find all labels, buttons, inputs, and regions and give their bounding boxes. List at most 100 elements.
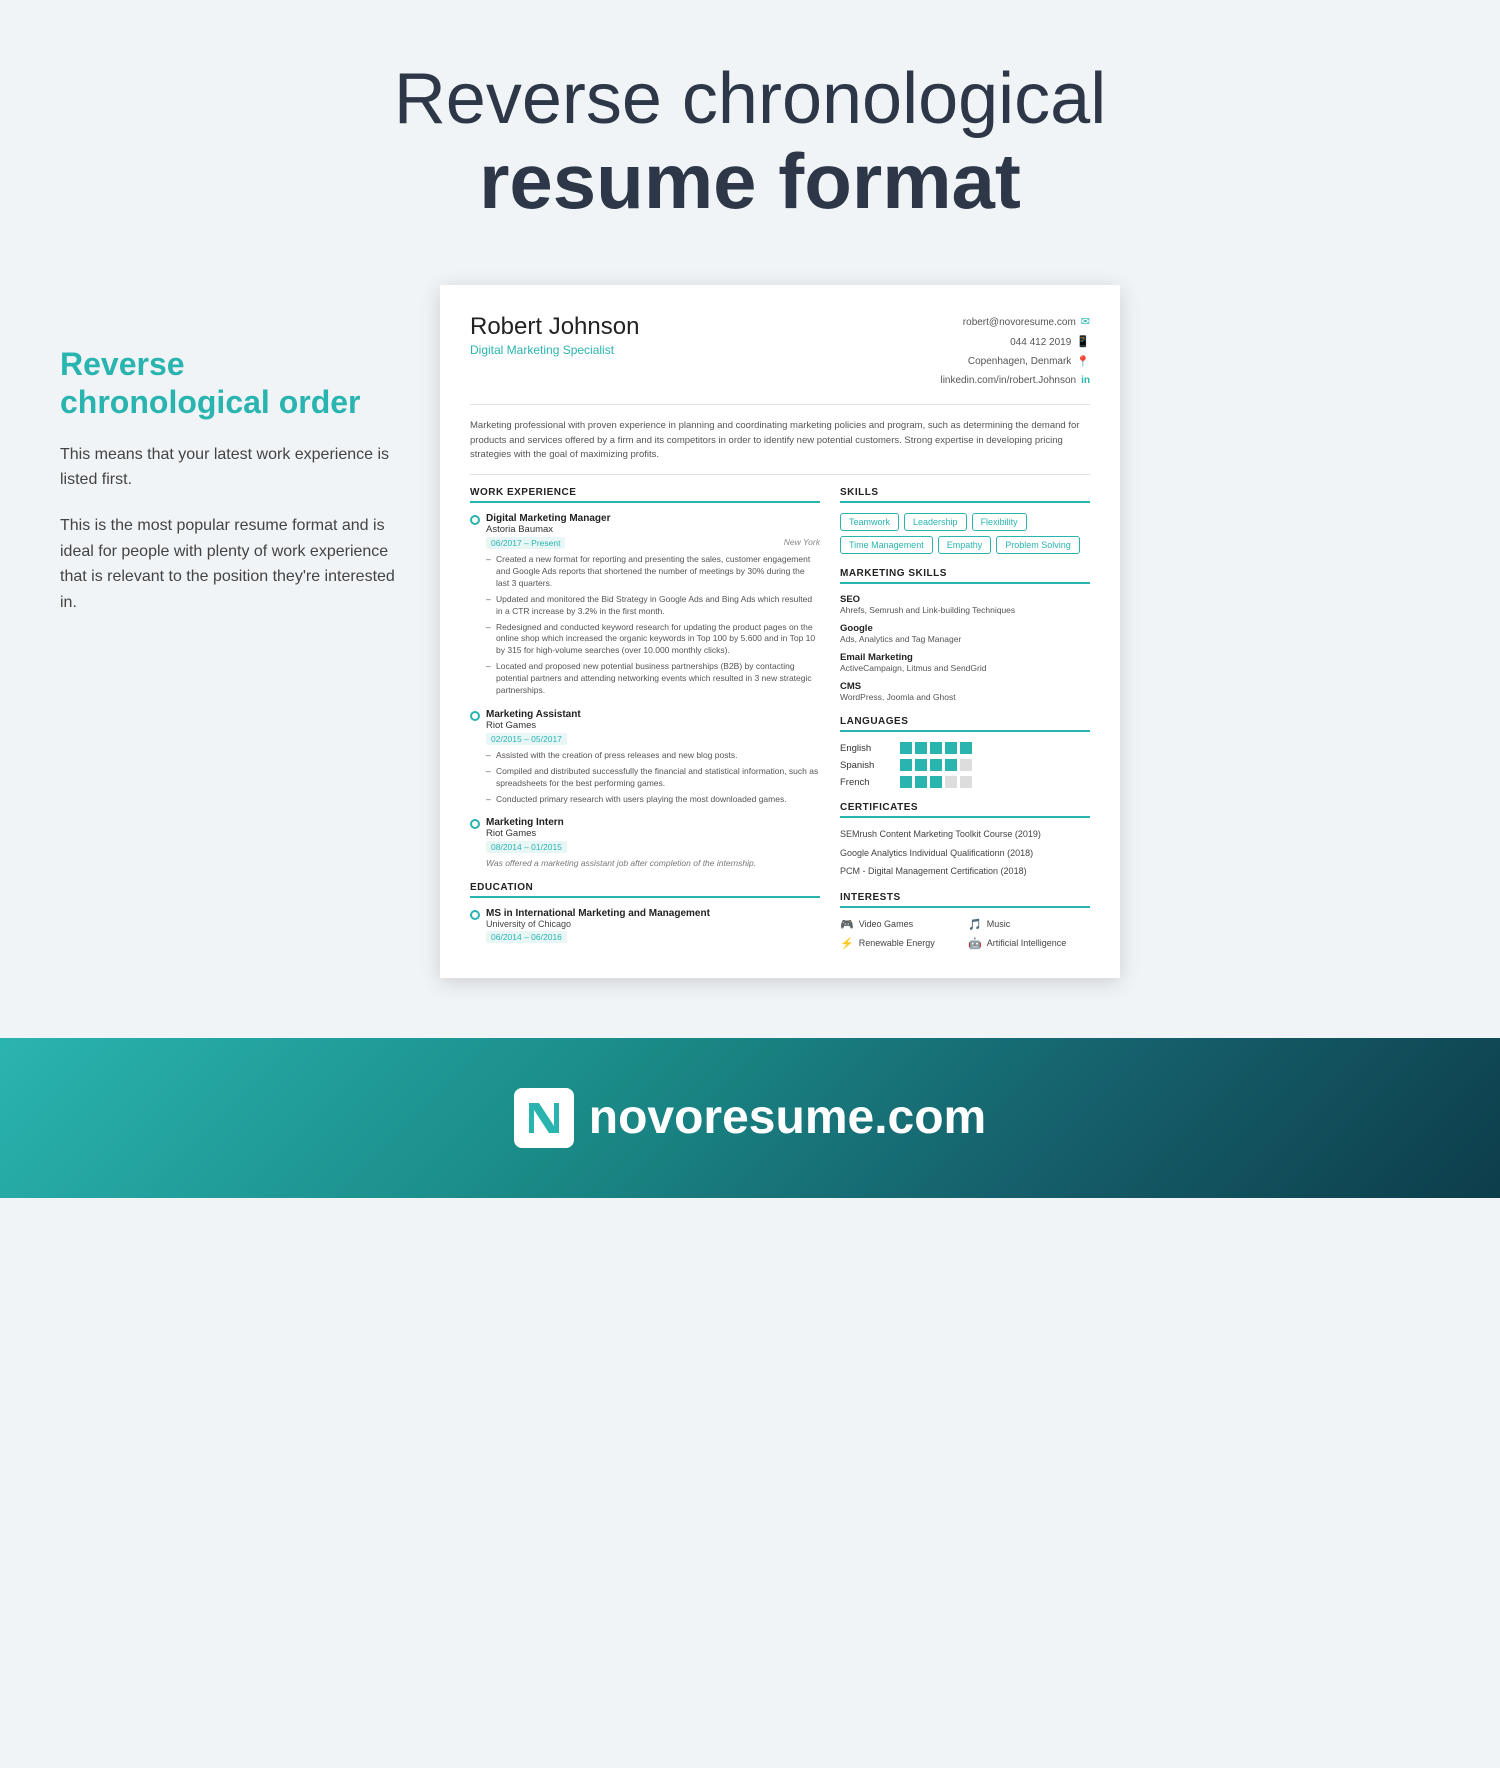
mktg-skill-name-google: Google xyxy=(840,623,1090,634)
job-meta-3: 08/2014 – 01/2015 xyxy=(486,841,820,853)
phone-icon: 📱 xyxy=(1076,333,1090,353)
lang-bar xyxy=(930,776,942,788)
cert-entry-2: Google Analytics Individual Qualificatio… xyxy=(840,847,1090,860)
job-company-1: Astoria Baumax xyxy=(486,524,820,535)
linkedin-icon: in xyxy=(1081,372,1090,390)
lang-bar-empty xyxy=(960,759,972,771)
page-header: Reverse chronological resume format xyxy=(0,0,1500,265)
cert-entry-3: PCM - Digital Management Certification (… xyxy=(840,865,1090,878)
job-dot-2 xyxy=(470,711,480,721)
lang-name-french: French xyxy=(840,777,890,788)
footer-domain: novoresume.com xyxy=(589,1090,986,1145)
lang-bar xyxy=(915,742,927,754)
job-meta-2: 02/2015 – 05/2017 xyxy=(486,733,820,745)
contact-location-text: Copenhagen, Denmark xyxy=(968,353,1071,371)
lang-bars-english xyxy=(900,742,972,754)
left-column: Reverse chronological order This means t… xyxy=(60,285,400,635)
mktg-skill-desc-cms: WordPress, Joomla and Ghost xyxy=(840,692,1090,702)
interest-label-renewable-energy: Renewable Energy xyxy=(859,938,935,948)
header-line1: Reverse chronological xyxy=(20,60,1480,139)
novoresume-n-logo xyxy=(524,1098,564,1138)
job-bullets-1: Created a new format for reporting and p… xyxy=(486,554,820,697)
languages-title: LANGUAGES xyxy=(840,716,1090,732)
job-bullet: Redesigned and conducted keyword researc… xyxy=(486,622,820,658)
mktg-skill-desc-google: Ads, Analytics and Tag Manager xyxy=(840,634,1090,644)
resume-card: Robert Johnson Digital Marketing Special… xyxy=(440,285,1120,978)
job-title-2: Marketing Assistant xyxy=(486,709,820,720)
lang-english: English xyxy=(840,742,1090,754)
education-title: EDUCATION xyxy=(470,882,820,898)
job-entry-2: Marketing Assistant Riot Games 02/2015 –… xyxy=(470,709,820,806)
location-icon: 📍 xyxy=(1076,353,1090,373)
mktg-skill-name-seo: SEO xyxy=(840,594,1090,605)
edu-degree-1: MS in International Marketing and Manage… xyxy=(486,908,820,919)
job-title-3: Marketing Intern xyxy=(486,817,820,828)
interest-ai: 🤖 Artificial Intelligence xyxy=(968,937,1090,950)
mktg-skill-name-cms: CMS xyxy=(840,681,1090,692)
job-bullet: Compiled and distributed successfully th… xyxy=(486,766,820,790)
lang-bar-empty xyxy=(945,776,957,788)
mktg-skill-google: Google Ads, Analytics and Tag Manager xyxy=(840,623,1090,644)
lang-bar-empty xyxy=(960,776,972,788)
skill-tag-empathy: Empathy xyxy=(938,536,992,554)
resume-name: Robert Johnson xyxy=(470,313,639,341)
resume-contact: robert@novoresume.com ✉ 044 412 2019 📱 C… xyxy=(940,313,1090,390)
footer-logo: novoresume.com xyxy=(514,1088,986,1148)
skill-tag-leadership: Leadership xyxy=(904,513,967,531)
mktg-skill-email: Email Marketing ActiveCampaign, Litmus a… xyxy=(840,652,1090,673)
job-company-2: Riot Games xyxy=(486,720,820,731)
skill-tag-flexibility: Flexibility xyxy=(972,513,1027,531)
resume-header: Robert Johnson Digital Marketing Special… xyxy=(470,313,1090,405)
mktg-skill-desc-email: ActiveCampaign, Litmus and SendGrid xyxy=(840,663,1090,673)
job-dot-1 xyxy=(470,515,480,525)
work-experience-title: WORK EXPERIENCE xyxy=(470,487,820,503)
contact-email-text: robert@novoresume.com xyxy=(963,314,1076,332)
contact-phone: 044 412 2019 📱 xyxy=(940,333,1090,353)
bracket-container: Reverse chronological order This means t… xyxy=(60,345,400,615)
job-title-1: Digital Marketing Manager xyxy=(486,513,820,524)
edu-dot-1 xyxy=(470,910,480,920)
resume-job-title: Digital Marketing Specialist xyxy=(470,343,639,357)
contact-linkedin-text: linkedin.com/in/robert.Johnson xyxy=(940,372,1076,390)
mktg-skill-cms: CMS WordPress, Joomla and Ghost xyxy=(840,681,1090,702)
interests-grid: 🎮 Video Games 🎵 Music ⚡ Renewable Energy… xyxy=(840,918,1090,950)
lang-bar xyxy=(930,759,942,771)
interest-video-games: 🎮 Video Games xyxy=(840,918,962,931)
ai-icon: 🤖 xyxy=(968,937,982,950)
skills-tags: Teamwork Leadership Flexibility Time Man… xyxy=(840,513,1090,554)
lang-bars-french xyxy=(900,776,972,788)
job-dates-3: 08/2014 – 01/2015 xyxy=(486,841,567,853)
main-content: Reverse chronological order This means t… xyxy=(0,265,1500,1018)
lang-bars-spanish xyxy=(900,759,972,771)
job-company-3: Riot Games xyxy=(486,828,820,839)
mktg-skill-seo: SEO Ahrefs, Semrush and Link-building Te… xyxy=(840,594,1090,615)
contact-phone-text: 044 412 2019 xyxy=(1010,334,1071,352)
footer-logo-icon xyxy=(514,1088,574,1148)
job-entry-3: Marketing Intern Riot Games 08/2014 – 01… xyxy=(470,817,820,868)
edu-entry-1: MS in International Marketing and Manage… xyxy=(470,908,820,943)
interest-music: 🎵 Music xyxy=(968,918,1090,931)
cert-entry-1: SEMrush Content Marketing Toolkit Course… xyxy=(840,828,1090,841)
left-title: Reverse chronological order xyxy=(60,345,400,422)
contact-location: Copenhagen, Denmark 📍 xyxy=(940,353,1090,373)
job-bullet: Located and proposed new potential busin… xyxy=(486,661,820,697)
skill-tag-time-management: Time Management xyxy=(840,536,933,554)
certificates-title: CERTIFICATES xyxy=(840,802,1090,818)
marketing-skills-title: MARKETING SKILLS xyxy=(840,568,1090,584)
interest-label-video-games: Video Games xyxy=(859,919,913,929)
interests-title: INTERESTS xyxy=(840,892,1090,908)
interest-label-music: Music xyxy=(987,919,1011,929)
lang-bar xyxy=(915,759,927,771)
lang-name-spanish: Spanish xyxy=(840,760,890,771)
lang-french: French xyxy=(840,776,1090,788)
resume-summary: Marketing professional with proven exper… xyxy=(470,419,1090,475)
skills-title: SKILLS xyxy=(840,487,1090,503)
lang-bar xyxy=(960,742,972,754)
job-entry-1: Digital Marketing Manager Astoria Baumax… xyxy=(470,513,820,697)
interest-renewable-energy: ⚡ Renewable Energy xyxy=(840,937,962,950)
job-bullet: Assisted with the creation of press rele… xyxy=(486,750,820,762)
resume-right-col: SKILLS Teamwork Leadership Flexibility T… xyxy=(840,487,1090,950)
resume-name-block: Robert Johnson Digital Marketing Special… xyxy=(470,313,639,357)
music-icon: 🎵 xyxy=(968,918,982,931)
job-meta-1: 06/2017 – Present New York xyxy=(486,537,820,549)
